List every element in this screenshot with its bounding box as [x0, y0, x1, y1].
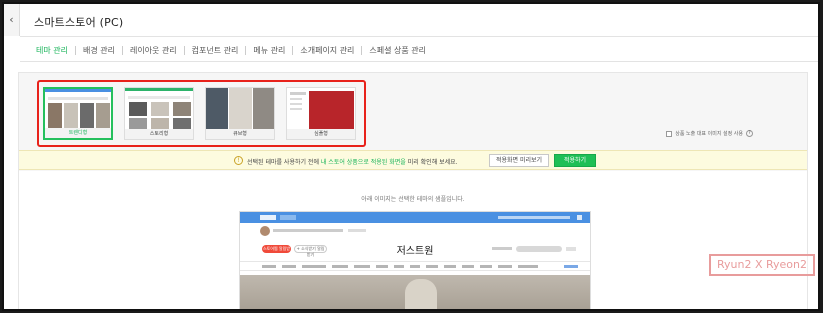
- thumb-text: [290, 92, 306, 95]
- header-divider: [20, 36, 818, 37]
- thumb-image: [48, 103, 62, 129]
- sample-nav-item: [462, 265, 474, 268]
- rep-image-label: 상품 노출 대표 이미지 설정 사용: [675, 131, 743, 137]
- thumb-text: [290, 98, 302, 100]
- notice-bar: ! 선택된 테마를 사용하기 전에 내 스토어 상품으로 적용된 화면을 미리 …: [19, 150, 807, 170]
- apply-button[interactable]: 적용하기: [554, 154, 596, 167]
- sample-desc: [273, 229, 343, 232]
- thumb-text: [290, 103, 302, 105]
- notice-text-after: 미리 확인해 보세요.: [405, 159, 458, 166]
- rep-image-checkbox[interactable]: [666, 130, 673, 137]
- theme-panel: 트렌디형 스토리형 큐브형 심플형 상품 노출 대표 이미지 설정 사용 ? !…: [18, 72, 808, 309]
- sample-nav-item: [410, 265, 420, 268]
- thumb-image: [173, 102, 191, 116]
- sample-nav-item: [426, 265, 438, 268]
- thumb-image: [80, 103, 94, 129]
- theme-label: 스토리형: [125, 129, 193, 139]
- thumb-nav: [128, 96, 190, 99]
- sample-hero-image: [240, 275, 590, 309]
- thumb-image: [173, 118, 191, 129]
- sample-nav-item: [354, 265, 370, 268]
- back-button[interactable]: ‹: [4, 4, 20, 36]
- notice-text-emphasis: 내 스토어 상품으로 적용된 화면을: [320, 159, 406, 166]
- notice-text: 선택된 테마를 사용하기 전에 내 스토어 상품으로 적용된 화면을 미리 확인…: [247, 157, 458, 166]
- theme-label: 트렌디형: [45, 128, 111, 138]
- thumb-header: [45, 89, 111, 92]
- sample-nav-more: [564, 265, 578, 268]
- sample-nav-item: [332, 265, 348, 268]
- tab-layout[interactable]: 레이아웃 관리: [123, 45, 185, 55]
- preview-caption: 아래 이미지는 선택한 테마의 샘플입니다.: [361, 196, 465, 203]
- thumb-image: [129, 102, 147, 116]
- sample-menu-icon: [577, 215, 582, 220]
- tab-special-product[interactable]: 스페셜 상품 관리: [362, 46, 433, 55]
- sample-nav-item: [376, 265, 388, 268]
- theme-card-cube[interactable]: 큐브형: [205, 87, 275, 140]
- sample-nav-item: [282, 265, 296, 268]
- tab-component[interactable]: 컴포넌트 관리: [185, 45, 247, 55]
- info-icon: !: [234, 156, 243, 165]
- rep-image-option[interactable]: 상품 노출 대표 이미지 설정 사용 ?: [666, 130, 753, 137]
- sample-right-text: [492, 247, 512, 250]
- thumb-image: [229, 88, 252, 130]
- sample-top-links: [498, 216, 570, 219]
- sample-nav-item: [518, 265, 538, 268]
- thumb-image: [96, 103, 110, 129]
- sample-logo: [260, 215, 276, 220]
- sample-top-bar: [240, 212, 590, 223]
- tab-menu[interactable]: 메뉴 관리: [246, 45, 294, 55]
- thumb-image: [151, 118, 169, 129]
- sample-nav-item: [480, 265, 492, 268]
- tabs-divider: [20, 61, 818, 62]
- theme-card-trendy[interactable]: 트렌디형: [43, 87, 113, 140]
- theme-card-simple[interactable]: 심플형: [286, 87, 356, 140]
- theme-label: 큐브형: [206, 129, 274, 139]
- sample-nav-item: [262, 265, 276, 268]
- sample-nav-row: [240, 261, 590, 271]
- sample-right-icon: [566, 247, 576, 251]
- theme-selection-highlight: 트렌디형 스토리형 큐브형 심플형: [37, 80, 366, 147]
- sample-hero-figure: [405, 279, 437, 309]
- thumb-text: [290, 108, 302, 110]
- theme-label: 심플형: [287, 129, 355, 139]
- sample-avatar: [260, 226, 270, 236]
- thumb-image: [206, 88, 228, 130]
- chevron-left-icon: ‹: [9, 13, 14, 26]
- watermark: Ryun2 X Ryeon2: [709, 254, 815, 276]
- thumb-image: [129, 118, 147, 129]
- sample-nav-item: [444, 265, 456, 268]
- help-icon[interactable]: ?: [746, 130, 753, 137]
- sample-store-image: 스토어찜 알림받기 + 소식받기 알림받기 저스트원: [239, 211, 591, 309]
- thumb-nav: [48, 97, 108, 100]
- tab-bar: 테마 관리 배경 관리 레이아웃 관리 컴포넌트 관리 메뉴 관리 소개페이지 …: [34, 43, 433, 57]
- app-window: ‹ 스마트스토어 (PC) 테마 관리 배경 관리 레이아웃 관리 컴포넌트 관…: [2, 2, 820, 311]
- sample-desc: [348, 229, 366, 232]
- thumb-image: [309, 91, 354, 129]
- notice-text-before: 선택된 테마를 사용하기 전에: [247, 159, 321, 166]
- page-title: 스마트스토어 (PC): [34, 16, 124, 29]
- thumb-image: [64, 103, 78, 129]
- theme-card-story[interactable]: 스토리형: [124, 87, 194, 140]
- preview-button[interactable]: 적용화면 미리보기: [489, 154, 549, 167]
- tab-background[interactable]: 배경 관리: [76, 45, 123, 55]
- sample-nav-item: [498, 265, 512, 268]
- thumb-header: [125, 88, 193, 91]
- sample-tag: [280, 215, 296, 220]
- thumb-image: [253, 88, 274, 130]
- thumb-image: [151, 102, 169, 116]
- sample-nav-item: [302, 265, 326, 268]
- sample-search-box: [516, 246, 562, 252]
- tab-intro-page[interactable]: 소개페이지 관리: [293, 45, 363, 55]
- theme-preview-area: 아래 이미지는 선택한 테마의 샘플입니다. 스토어찜 알림받기 + 소식받기 …: [19, 171, 807, 309]
- tab-theme[interactable]: 테마 관리: [34, 45, 76, 55]
- sample-nav-item: [394, 265, 404, 268]
